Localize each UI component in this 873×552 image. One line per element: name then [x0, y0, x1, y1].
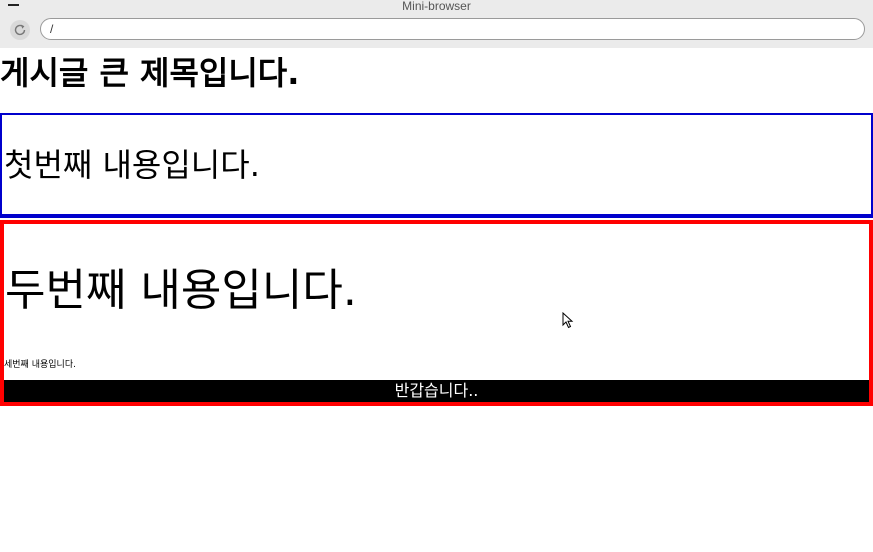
page-content: 게시글 큰 제목입니다. 첫번째 내용입니다. 두번째 내용입니다. 세번째 내… [0, 48, 873, 552]
second-content-box: 두번째 내용입니다. 세번째 내용입니다. 반갑습니다.. [0, 220, 873, 406]
first-content-text: 첫번째 내용입니다. [4, 146, 260, 184]
mouse-pointer-icon [562, 312, 574, 329]
second-content-text: 두번째 내용입니다. [5, 265, 357, 316]
reload-icon [14, 24, 26, 36]
url-input[interactable]: / [40, 18, 865, 40]
welcome-banner: 반갑습니다.. [4, 380, 869, 402]
third-content-text: 세번째 내용입니다. [4, 360, 76, 370]
first-content-box: 첫번째 내용입니다. [0, 113, 873, 218]
browser-chrome: Mini-browser / [0, 0, 873, 48]
window-title: Mini-browser [402, 0, 471, 13]
page-title: 게시글 큰 제목입니다. [0, 54, 300, 92]
reload-button[interactable] [10, 20, 30, 40]
